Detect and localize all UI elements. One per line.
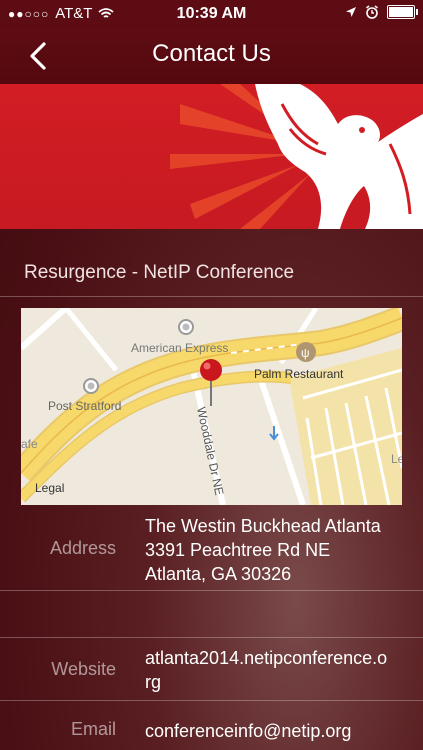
page-title: Contact Us: [152, 40, 271, 67]
map-label-partial-right: Le: [391, 452, 402, 466]
address-label: Address: [49, 538, 116, 558]
battery-fill: [389, 7, 413, 17]
status-bar: ●●○○○ AT&T 10:39 AM: [0, 0, 423, 28]
status-right: [345, 5, 418, 19]
svg-text:ψ: ψ: [301, 346, 310, 360]
website-line-1: atlanta2014.netipconference.o: [145, 648, 388, 668]
address-line-3: Atlanta, GA 30326: [145, 564, 292, 584]
map-pin-icon[interactable]: [197, 358, 227, 408]
address-line-1: The Westin Buckhead Atlanta: [145, 516, 381, 536]
location-arrow-icon: [346, 7, 356, 17]
alarm-icon: [366, 5, 378, 19]
event-title: Resurgence - NetIP Conference: [24, 262, 295, 283]
divider: [0, 700, 423, 701]
website-line-2: rg: [145, 672, 162, 692]
divider: [0, 637, 423, 638]
map-label-post-stratford: Post Stratford: [48, 399, 121, 413]
divider: [0, 590, 423, 591]
map-label-palm-restaurant: Palm Restaurant: [254, 367, 344, 381]
conference-banner: [0, 84, 423, 229]
navigation-bar: Contact Us: [0, 28, 423, 84]
website-link[interactable]: atlanta2014.netipconference.o rg: [145, 646, 403, 694]
map-label-american-express: American Express: [131, 341, 228, 355]
battery-icon: [387, 5, 418, 19]
website-label: Website: [51, 659, 116, 679]
map-legal-link: Legal: [35, 481, 64, 495]
map-label-partial-left: afe: [21, 437, 38, 451]
divider: [0, 296, 423, 297]
phoenix-icon: [170, 84, 423, 229]
location-map[interactable]: ψ American Express Palm Restaurant Post …: [21, 308, 402, 505]
address-line-2: 3391 Peachtree Rd NE: [145, 540, 331, 560]
email-label: Email: [70, 719, 116, 739]
map-label-street: Wooddale Dr NE: [194, 406, 226, 497]
email-link[interactable]: conferenceinfo@netip.org: [145, 719, 403, 743]
address-value[interactable]: The Westin Buckhead Atlanta 3391 Peachtr…: [145, 514, 403, 586]
